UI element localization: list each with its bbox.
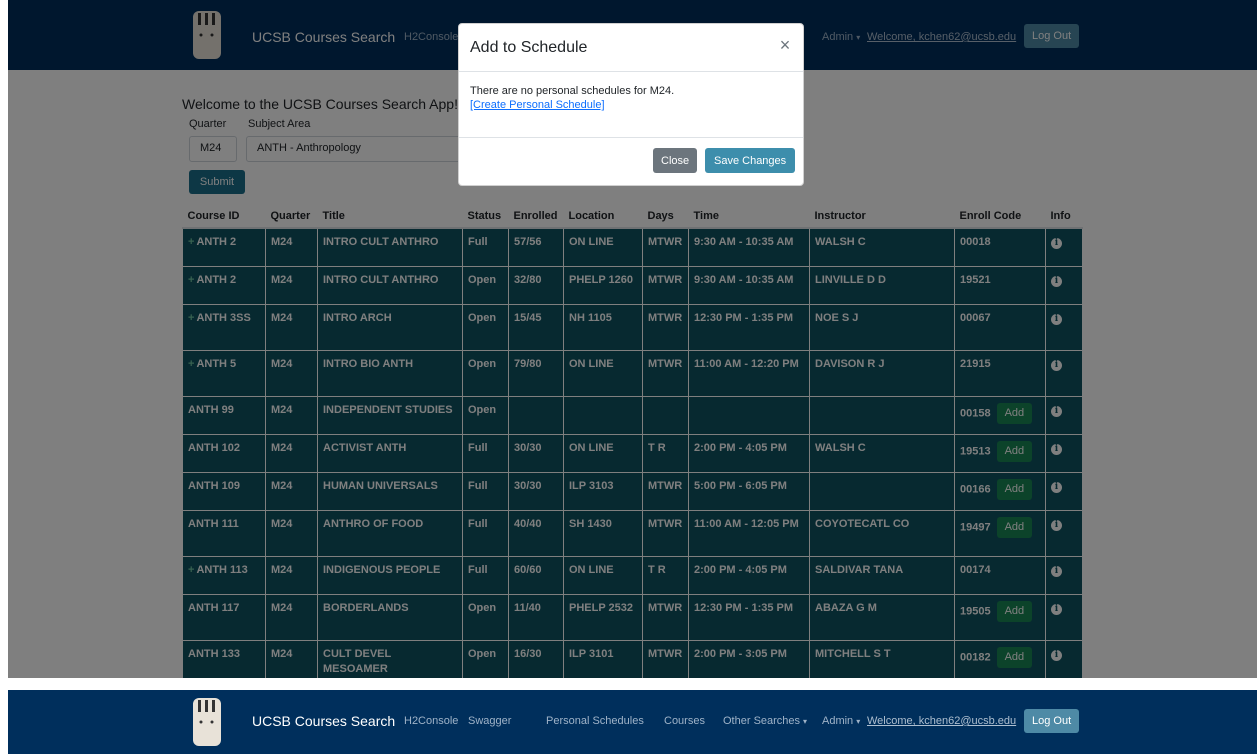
create-personal-schedule-link[interactable]: [Create Personal Schedule] [470,99,605,111]
close-button[interactable]: Close [653,148,698,173]
nav-swagger[interactable]: Swagger [468,715,511,727]
logout-button[interactable]: Log Out [1024,709,1080,733]
modal-header: Add to Schedule × [459,24,803,72]
modal-title: Add to Schedule [470,39,588,56]
nav-h2console[interactable]: H2Console [404,715,458,727]
save-changes-button[interactable]: Save Changes [705,148,796,173]
nav-personal-schedules[interactable]: Personal Schedules [546,715,644,727]
brand-title[interactable]: UCSB Courses Search [252,713,395,729]
nav-admin-dropdown[interactable]: Admin▾ [822,715,860,727]
storke-tower-hand-logo-icon[interactable] [190,696,224,748]
nav-courses[interactable]: Courses [664,715,705,727]
no-schedules-message: There are no personal schedules for M24. [470,85,675,97]
bottom-navbar: UCSB Courses Search H2Console Swagger Pe… [8,690,1257,754]
modal-footer: Close Save Changes [459,138,803,186]
add-to-schedule-modal: Add to Schedule × There are no personal … [458,23,804,186]
nav-other-searches-dropdown[interactable]: Other Searches ▾ [723,715,807,727]
caret-down-icon: ▾ [856,717,861,726]
modal-body: There are no personal schedules for M24.… [459,72,803,138]
nav-welcome-user[interactable]: Welcome, kchen62@ucsb.edu [867,715,1016,727]
close-icon[interactable]: × [777,36,793,54]
caret-down-icon: ▾ [803,717,808,726]
